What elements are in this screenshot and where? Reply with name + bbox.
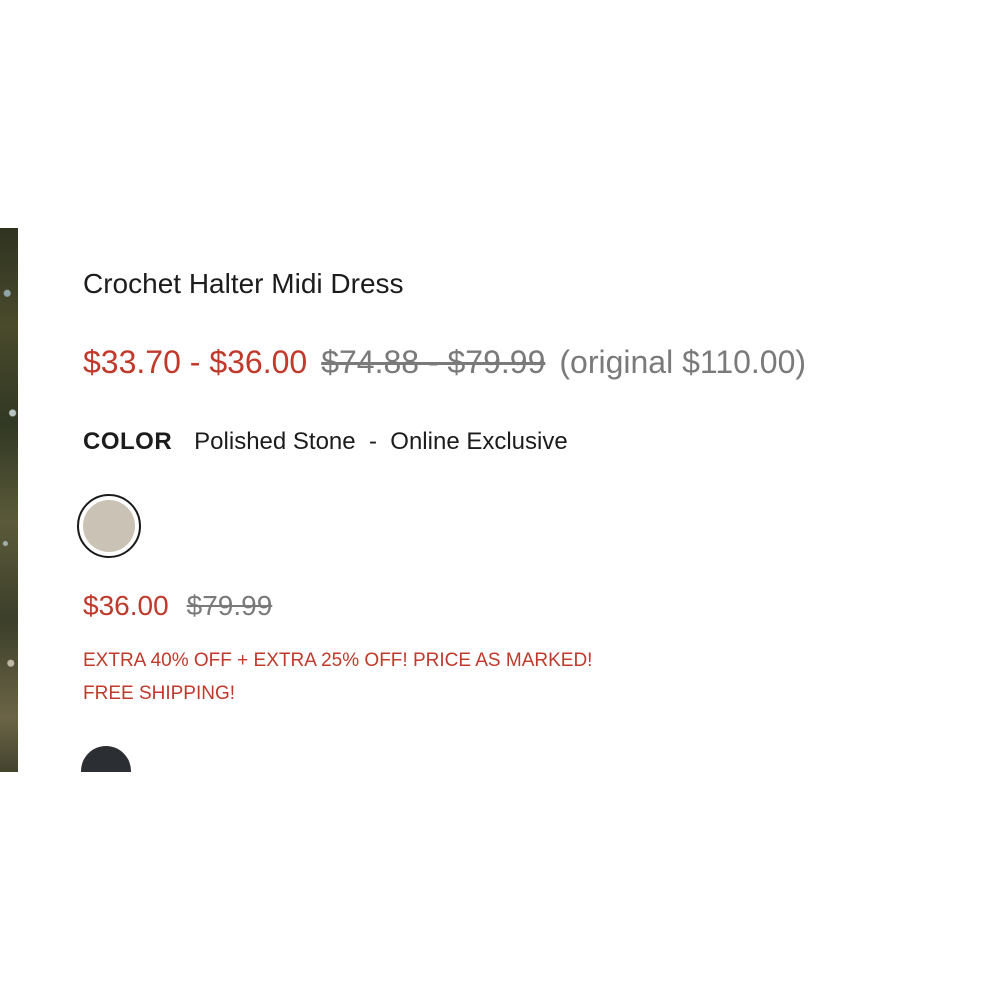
- product-title: Crochet Halter Midi Dress: [83, 268, 404, 299]
- promo-text-shipping: FREE SHIPPING!: [83, 683, 236, 704]
- color-swatch-dark[interactable]: [81, 746, 131, 772]
- variant-sale-price: $36.00: [83, 590, 169, 621]
- swatch-color-dot: [83, 500, 135, 552]
- color-selection-label: COLOR Polished Stone - Online Exclusive: [83, 428, 568, 456]
- sale-price-range: $33.70 - $36.00: [83, 344, 308, 380]
- price-range: $33.70 - $36.00 $74.88 - $79.99 (original …: [83, 346, 806, 378]
- product-detail-viewport: Crochet Halter Midi Dress $33.70 - $36.0…: [0, 228, 1000, 772]
- original-price: (original $110.00): [559, 344, 807, 380]
- variant-was-price: $79.99: [186, 590, 273, 621]
- promo-text-discount: EXTRA 40% OFF + EXTRA 25% OFF! PRICE AS …: [83, 650, 593, 671]
- product-photo-edge[interactable]: [0, 228, 18, 772]
- selected-color-name: Polished Stone - Online Exclusive: [194, 428, 568, 455]
- was-price-range: $74.88 - $79.99: [321, 344, 546, 380]
- variant-price: $36.00 $79.99: [83, 590, 272, 622]
- color-label: COLOR: [83, 428, 173, 455]
- color-swatch-polished-stone[interactable]: [77, 494, 141, 558]
